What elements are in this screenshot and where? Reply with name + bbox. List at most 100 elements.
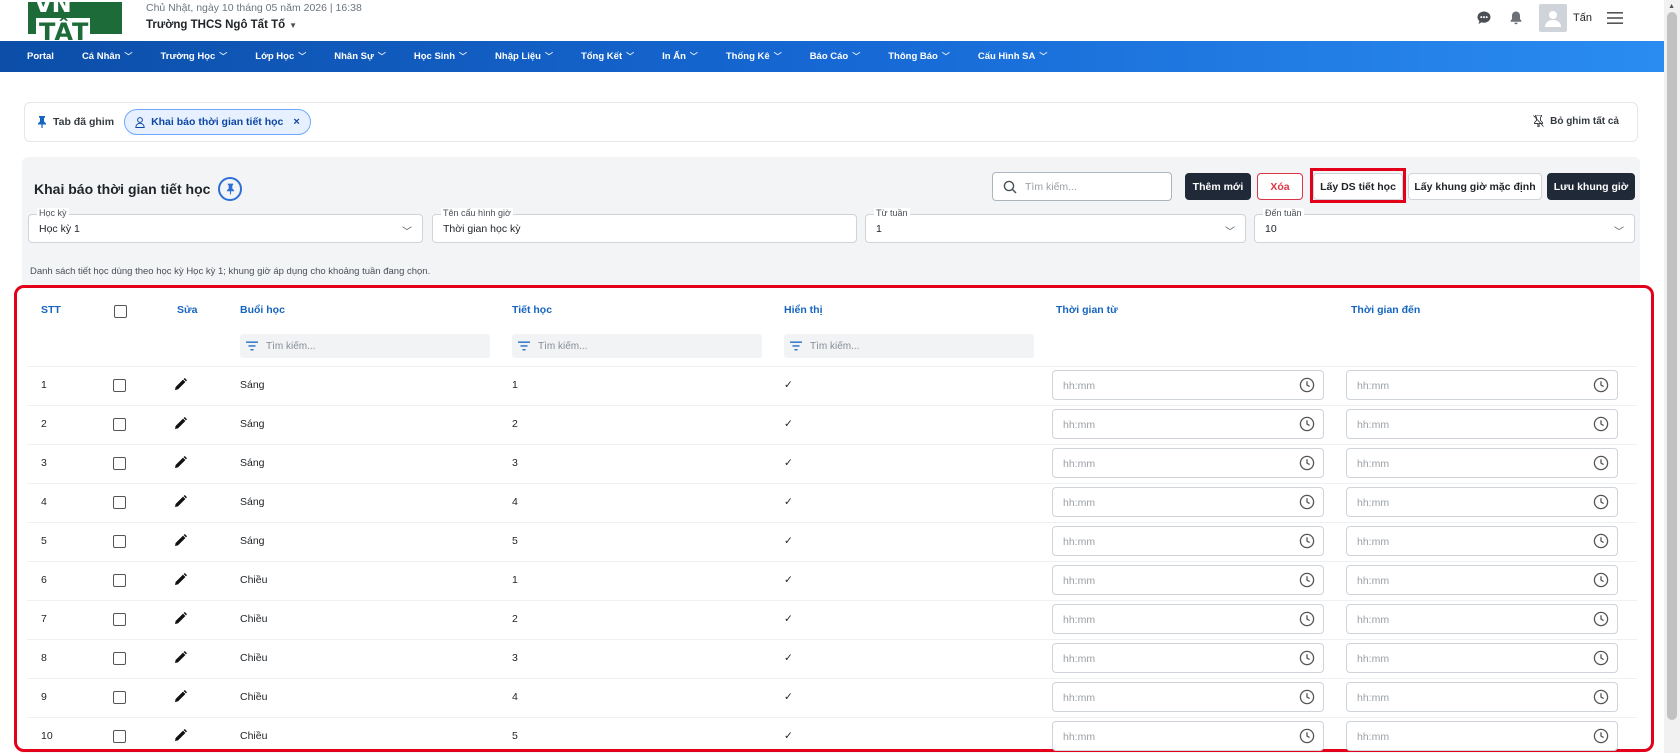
semester-select[interactable]: Học kỳ Học kỳ 1 ﹀ bbox=[28, 208, 423, 243]
clock-icon[interactable] bbox=[1299, 689, 1315, 708]
logo[interactable]: VNTẤT bbox=[28, 0, 122, 46]
pinned-tab-chip[interactable]: Khai báo thời gian tiết học × bbox=[124, 109, 311, 135]
clock-icon[interactable] bbox=[1299, 455, 1315, 474]
pencil-icon[interactable] bbox=[174, 378, 187, 394]
delete-button[interactable]: Xóa bbox=[1257, 173, 1303, 200]
nav-item-cau-hinh-sa[interactable]: Cấu Hình SA ﹀ bbox=[978, 51, 1048, 62]
clock-icon[interactable] bbox=[1593, 728, 1609, 747]
header-time-from[interactable]: Thời gian từ bbox=[1056, 304, 1118, 316]
scroll-thumb[interactable] bbox=[1667, 12, 1677, 720]
nav-item-tong-ket[interactable]: Tổng Kết ﹀ bbox=[581, 51, 634, 62]
row-checkbox[interactable] bbox=[113, 418, 126, 431]
row-checkbox[interactable] bbox=[113, 574, 126, 587]
time-from-input[interactable]: hh:mm bbox=[1052, 409, 1324, 439]
clock-icon[interactable] bbox=[1593, 377, 1609, 396]
default-time-frame-button[interactable]: Lấy khung giờ mặc định bbox=[1408, 173, 1542, 200]
time-to-input[interactable]: hh:mm bbox=[1346, 565, 1618, 595]
time-from-input[interactable]: hh:mm bbox=[1052, 487, 1324, 517]
header-period[interactable]: Tiết học bbox=[512, 304, 552, 316]
save-time-frame-button[interactable]: Lưu khung giờ bbox=[1547, 173, 1635, 200]
time-from-input[interactable]: hh:mm bbox=[1052, 682, 1324, 712]
clock-icon[interactable] bbox=[1593, 533, 1609, 552]
from-week-select[interactable]: Từ tuần 1 ﹀ bbox=[865, 208, 1246, 243]
add-new-button[interactable]: Thêm mới bbox=[1185, 173, 1251, 200]
time-from-input[interactable]: hh:mm bbox=[1052, 604, 1324, 634]
close-icon[interactable]: × bbox=[293, 116, 299, 128]
row-checkbox[interactable] bbox=[113, 652, 126, 665]
hamburger-menu-icon[interactable] bbox=[1606, 9, 1624, 27]
clock-icon[interactable] bbox=[1299, 728, 1315, 747]
time-from-input[interactable]: hh:mm bbox=[1052, 448, 1324, 478]
clock-icon[interactable] bbox=[1299, 650, 1315, 669]
pencil-icon[interactable] bbox=[174, 612, 187, 628]
row-checkbox[interactable] bbox=[113, 379, 126, 392]
pencil-icon[interactable] bbox=[174, 573, 187, 589]
clock-icon[interactable] bbox=[1593, 689, 1609, 708]
clock-icon[interactable] bbox=[1299, 416, 1315, 435]
time-to-input[interactable]: hh:mm bbox=[1346, 721, 1618, 751]
header-session[interactable]: Buổi học bbox=[240, 304, 285, 316]
row-checkbox[interactable] bbox=[113, 457, 126, 470]
row-checkbox[interactable] bbox=[113, 613, 126, 626]
nav-item-ca-nhan[interactable]: Cá Nhân ﹀ bbox=[82, 51, 133, 62]
clock-icon[interactable] bbox=[1593, 416, 1609, 435]
school-selector[interactable]: Trường THCS Ngô Tất Tố ▼ bbox=[146, 19, 297, 31]
nav-item-thong-bao[interactable]: Thông Báo ﹀ bbox=[888, 51, 950, 62]
clock-icon[interactable] bbox=[1299, 611, 1315, 630]
pin-page-button[interactable] bbox=[218, 177, 243, 201]
pencil-icon[interactable] bbox=[174, 417, 187, 433]
nav-item-nhap-lieu[interactable]: Nhập Liệu ﹀ bbox=[495, 51, 553, 62]
time-from-input[interactable]: hh:mm bbox=[1052, 526, 1324, 556]
clock-icon[interactable] bbox=[1299, 494, 1315, 513]
period-filter-input[interactable]: Tìm kiếm... bbox=[512, 334, 762, 358]
header-visible[interactable]: Hiển thị bbox=[784, 304, 823, 316]
time-to-input[interactable]: hh:mm bbox=[1346, 370, 1618, 400]
pencil-icon[interactable] bbox=[174, 729, 187, 745]
time-to-input[interactable]: hh:mm bbox=[1346, 409, 1618, 439]
clock-icon[interactable] bbox=[1593, 650, 1609, 669]
row-checkbox[interactable] bbox=[113, 496, 126, 509]
scroll-up-icon[interactable]: ▲ bbox=[1668, 3, 1675, 10]
session-filter-input[interactable]: Tìm kiếm... bbox=[240, 334, 490, 358]
search-input[interactable]: Tìm kiếm... bbox=[992, 172, 1172, 201]
clock-icon[interactable] bbox=[1593, 494, 1609, 513]
pencil-icon[interactable] bbox=[174, 651, 187, 667]
avatar[interactable] bbox=[1539, 4, 1568, 32]
time-from-input[interactable]: hh:mm bbox=[1052, 643, 1324, 673]
nav-item-hoc-sinh[interactable]: Học Sinh ﹀ bbox=[414, 51, 467, 62]
select-all-checkbox[interactable] bbox=[114, 305, 127, 318]
row-checkbox[interactable] bbox=[113, 535, 126, 548]
time-from-input[interactable]: hh:mm bbox=[1052, 370, 1324, 400]
pencil-icon[interactable] bbox=[174, 456, 187, 472]
user-name[interactable]: Tấn bbox=[1573, 12, 1592, 24]
nav-item-thong-ke[interactable]: Thống Kê ﹀ bbox=[726, 51, 782, 62]
page-scrollbar[interactable]: ▲ bbox=[1664, 0, 1680, 753]
time-to-input[interactable]: hh:mm bbox=[1346, 643, 1618, 673]
clock-icon[interactable] bbox=[1593, 611, 1609, 630]
to-week-select[interactable]: Đến tuần 10 ﹀ bbox=[1254, 208, 1635, 243]
pencil-icon[interactable] bbox=[174, 690, 187, 706]
time-from-input[interactable]: hh:mm bbox=[1052, 565, 1324, 595]
config-name-field[interactable]: Tên cấu hình giờ Thời gian học kỳ bbox=[432, 208, 857, 243]
header-time-to[interactable]: Thời gian đến bbox=[1351, 304, 1420, 316]
time-to-input[interactable]: hh:mm bbox=[1346, 604, 1618, 634]
nav-item-nhan-su[interactable]: Nhân Sự ﹀ bbox=[334, 51, 386, 62]
row-checkbox[interactable] bbox=[113, 691, 126, 704]
nav-item-portal[interactable]: Portal bbox=[27, 51, 54, 62]
unpin-all-button[interactable]: Bỏ ghim tất cả bbox=[1533, 115, 1619, 127]
nav-item-lop-hoc[interactable]: Lớp Học ﹀ bbox=[255, 51, 306, 62]
pencil-icon[interactable] bbox=[174, 495, 187, 511]
nav-item-in-an[interactable]: In Ấn ﹀ bbox=[662, 51, 698, 62]
pencil-icon[interactable] bbox=[174, 534, 187, 550]
bell-icon[interactable] bbox=[1507, 9, 1525, 27]
clock-icon[interactable] bbox=[1593, 455, 1609, 474]
time-to-input[interactable]: hh:mm bbox=[1346, 448, 1618, 478]
time-to-input[interactable]: hh:mm bbox=[1346, 526, 1618, 556]
clock-icon[interactable] bbox=[1299, 533, 1315, 552]
time-from-input[interactable]: hh:mm bbox=[1052, 721, 1324, 751]
nav-item-bao-cao[interactable]: Báo Cáo ﹀ bbox=[810, 51, 861, 62]
time-to-input[interactable]: hh:mm bbox=[1346, 487, 1618, 517]
clock-icon[interactable] bbox=[1593, 572, 1609, 591]
time-to-input[interactable]: hh:mm bbox=[1346, 682, 1618, 712]
clock-icon[interactable] bbox=[1299, 572, 1315, 591]
